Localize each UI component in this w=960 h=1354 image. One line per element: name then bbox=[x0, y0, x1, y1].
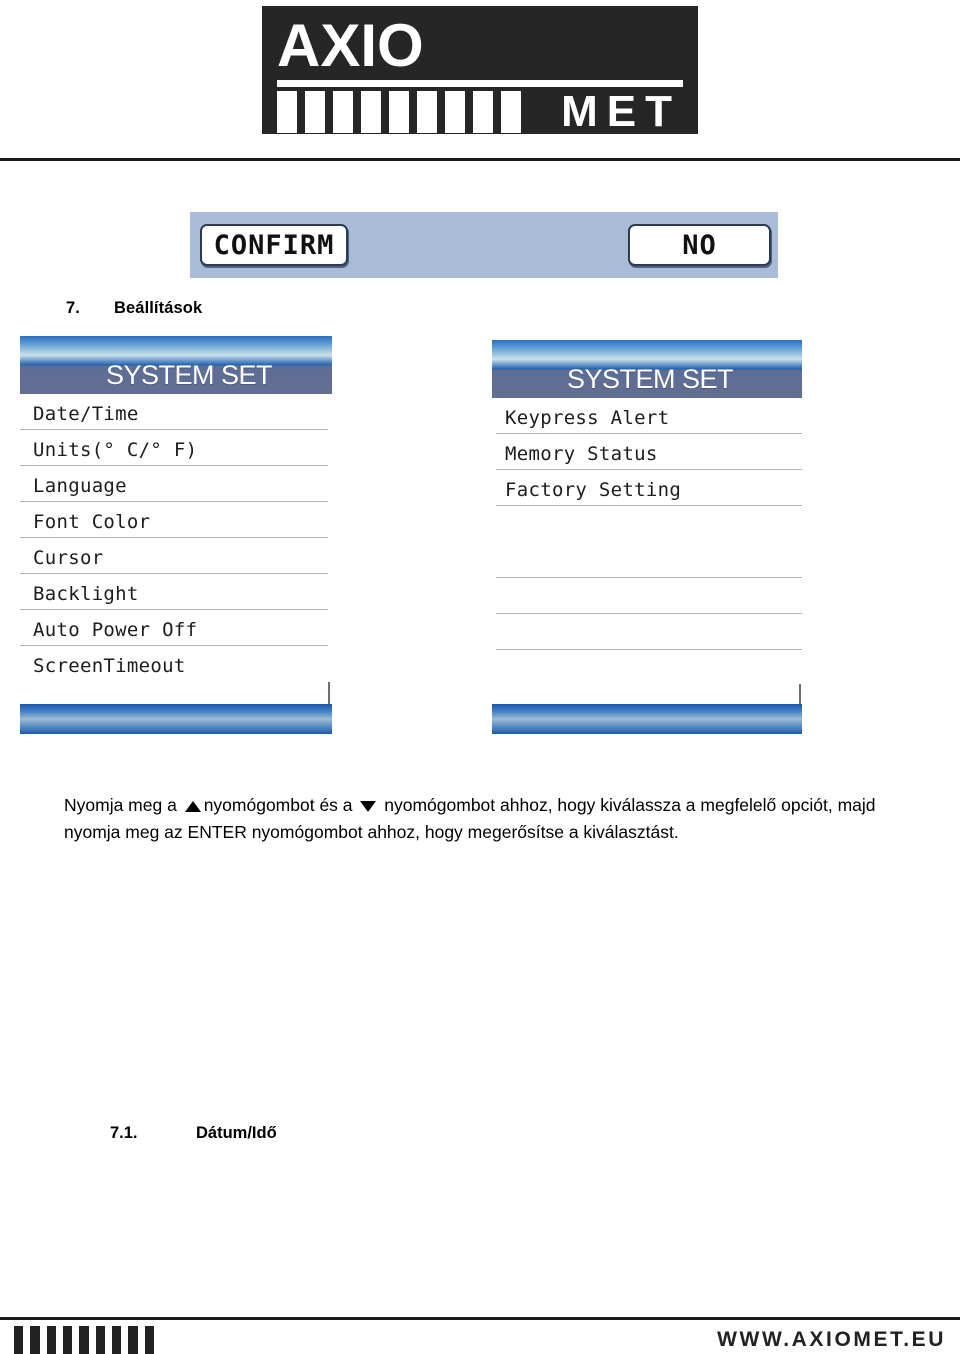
list-item[interactable] bbox=[492, 650, 802, 686]
list-item[interactable]: Cursor bbox=[20, 538, 332, 574]
list-item[interactable]: Date/Time bbox=[20, 394, 332, 430]
lcd-footer-bar bbox=[20, 704, 332, 734]
logo-text-axio: AXIO bbox=[277, 12, 424, 79]
axiomet-logo: AXIO MET bbox=[262, 6, 698, 134]
footer-website-url: WWW.AXIOMET.EU bbox=[717, 1328, 946, 1351]
lcd-header-left: SYSTEM SET bbox=[20, 336, 332, 394]
instruction-part-1: Nyomja meg a bbox=[64, 795, 182, 815]
header-divider bbox=[0, 158, 960, 161]
logo-divider bbox=[277, 80, 683, 87]
list-item-label: Font Color bbox=[33, 511, 151, 533]
lcd-menu-list-right: Keypress Alert Memory Status Factory Set… bbox=[492, 398, 802, 686]
list-item[interactable]: Memory Status bbox=[492, 434, 802, 470]
lcd-screen-right: SYSTEM SET Keypress Alert Memory Status … bbox=[492, 340, 802, 734]
section-title: Beállítások bbox=[114, 299, 203, 317]
logo-top-row: AXIO bbox=[273, 15, 687, 77]
lcd-header-title: SYSTEM SET bbox=[105, 360, 273, 390]
instruction-part-2: nyomógombot és a bbox=[203, 795, 358, 815]
list-item-label: Language bbox=[33, 475, 127, 497]
list-item[interactable]: Font Color bbox=[20, 502, 332, 538]
logo-text-met: MET bbox=[561, 87, 681, 136]
triangle-down-icon bbox=[360, 801, 377, 812]
list-item-label: Date/Time bbox=[33, 403, 139, 425]
list-item-label: Keypress Alert bbox=[505, 407, 670, 429]
logo-bottom-row: MET bbox=[273, 87, 687, 136]
lcd-confirm-dialog: CONFIRM NO bbox=[190, 212, 778, 278]
list-item[interactable]: Factory Setting bbox=[492, 470, 802, 506]
list-item-label: Factory Setting bbox=[505, 479, 682, 501]
list-item[interactable]: Language bbox=[20, 466, 332, 502]
list-item-label: Backlight bbox=[33, 583, 139, 605]
subsection-label: Dátum/Idő bbox=[196, 1124, 277, 1142]
list-item-label: ScreenTimeout bbox=[33, 655, 186, 677]
triangle-up-icon bbox=[184, 801, 201, 812]
list-item[interactable]: Keypress Alert bbox=[492, 398, 802, 434]
footer-bars bbox=[14, 1326, 154, 1354]
list-item-label: Memory Status bbox=[505, 443, 658, 465]
list-item[interactable] bbox=[492, 578, 802, 614]
list-item-label: Cursor bbox=[33, 547, 104, 569]
list-item[interactable] bbox=[492, 542, 802, 578]
list-item[interactable] bbox=[492, 506, 802, 542]
list-item[interactable]: Backlight bbox=[20, 574, 332, 610]
no-button[interactable]: NO bbox=[628, 224, 771, 266]
lcd-footer-bar bbox=[492, 704, 802, 734]
footer-divider bbox=[0, 1317, 960, 1320]
list-item[interactable] bbox=[492, 614, 802, 650]
page-title: 7. Beállítások bbox=[66, 299, 202, 318]
lcd-header-title: SYSTEM SET bbox=[566, 364, 734, 394]
lcd-menu-list-left: Date/Time Units(° C/° F) Language Font C… bbox=[20, 394, 332, 682]
list-item-label: Units(° C/° F) bbox=[33, 439, 198, 461]
list-item-label: Auto Power Off bbox=[33, 619, 198, 641]
section-number: 7. bbox=[66, 299, 80, 317]
list-item[interactable]: ScreenTimeout bbox=[20, 646, 332, 682]
list-item[interactable]: Units(° C/° F) bbox=[20, 430, 332, 466]
list-item[interactable]: Auto Power Off bbox=[20, 610, 332, 646]
subsection-number: 7.1. bbox=[110, 1124, 138, 1142]
subsection-title: 7.1. Dátum/Idő bbox=[110, 1124, 277, 1143]
logo-bars bbox=[277, 91, 521, 133]
lcd-screen-left: SYSTEM SET Date/Time Units(° C/° F) Lang… bbox=[20, 336, 332, 734]
lcd-header-right: SYSTEM SET bbox=[492, 340, 802, 398]
instruction-paragraph: Nyomja meg a nyomógombot és a nyomógombo… bbox=[64, 792, 924, 846]
confirm-button[interactable]: CONFIRM bbox=[200, 224, 348, 266]
